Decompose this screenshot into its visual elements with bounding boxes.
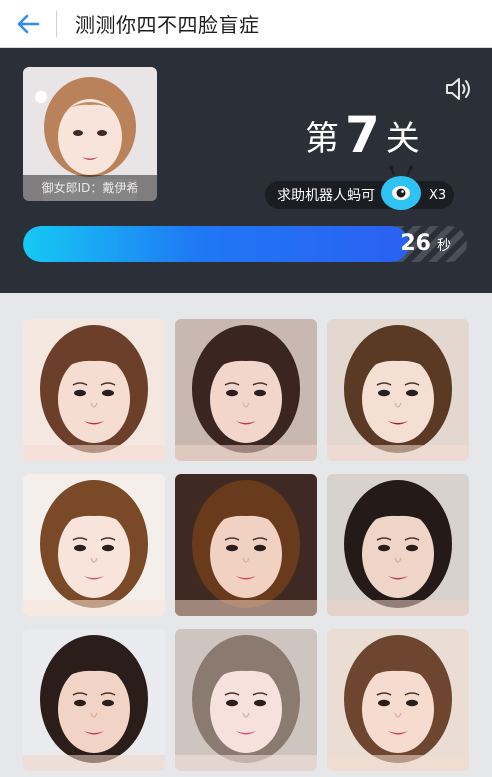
face-photo-6 xyxy=(327,474,469,616)
face-choice-card[interactable] xyxy=(175,629,317,771)
level-prefix: 第 xyxy=(305,119,339,159)
face-choice-card[interactable] xyxy=(175,319,317,461)
face-photo-4 xyxy=(23,474,165,616)
face-choice-card[interactable] xyxy=(23,474,165,616)
face-photo-2 xyxy=(175,319,317,461)
face-choice-card[interactable] xyxy=(23,629,165,771)
face-photo-1 xyxy=(23,319,165,461)
face-choice-card[interactable] xyxy=(327,629,469,771)
arrow-left-icon xyxy=(17,14,40,33)
speaker-icon xyxy=(446,78,470,100)
face-choice-card[interactable] xyxy=(327,319,469,461)
target-photo: 御女郎ID：戴伊希 xyxy=(23,67,157,201)
face-choice-card[interactable] xyxy=(175,474,317,616)
game-panel: 御女郎ID：戴伊希 第 7 关 求助机器人蚂可 X3 26 秒 xyxy=(0,48,492,293)
robot-help-label: 求助机器人蚂可 xyxy=(277,188,375,204)
robot-mascot-icon xyxy=(381,165,421,210)
countdown-bar: 26 秒 xyxy=(23,226,467,262)
robot-help-button[interactable]: 求助机器人蚂可 X3 xyxy=(265,165,454,210)
target-id-caption: 御女郎ID：戴伊希 xyxy=(23,175,157,201)
face-photo-3 xyxy=(327,319,469,461)
level-number: 7 xyxy=(345,106,380,164)
level-indicator: 第 7 关 xyxy=(305,110,420,160)
countdown-seconds: 26 xyxy=(400,231,431,256)
face-photo-7 xyxy=(23,629,165,771)
face-choice-card[interactable] xyxy=(327,474,469,616)
page-title: 测测你四不四脸盲症 xyxy=(75,13,260,37)
countdown-text: 26 秒 xyxy=(400,226,451,262)
title-divider xyxy=(56,10,57,37)
face-photo-5 xyxy=(175,474,317,616)
choice-grid xyxy=(23,319,469,771)
face-photo-9 xyxy=(327,629,469,771)
level-suffix: 关 xyxy=(385,119,420,159)
sound-toggle[interactable] xyxy=(444,76,474,102)
top-bar: 测测你四不四脸盲症 xyxy=(0,0,492,48)
countdown-fill xyxy=(23,226,410,262)
robot-help-count: X3 xyxy=(429,187,447,203)
back-button[interactable] xyxy=(0,0,56,47)
face-choice-card[interactable] xyxy=(23,319,165,461)
face-photo-8 xyxy=(175,629,317,771)
countdown-unit: 秒 xyxy=(437,238,451,254)
